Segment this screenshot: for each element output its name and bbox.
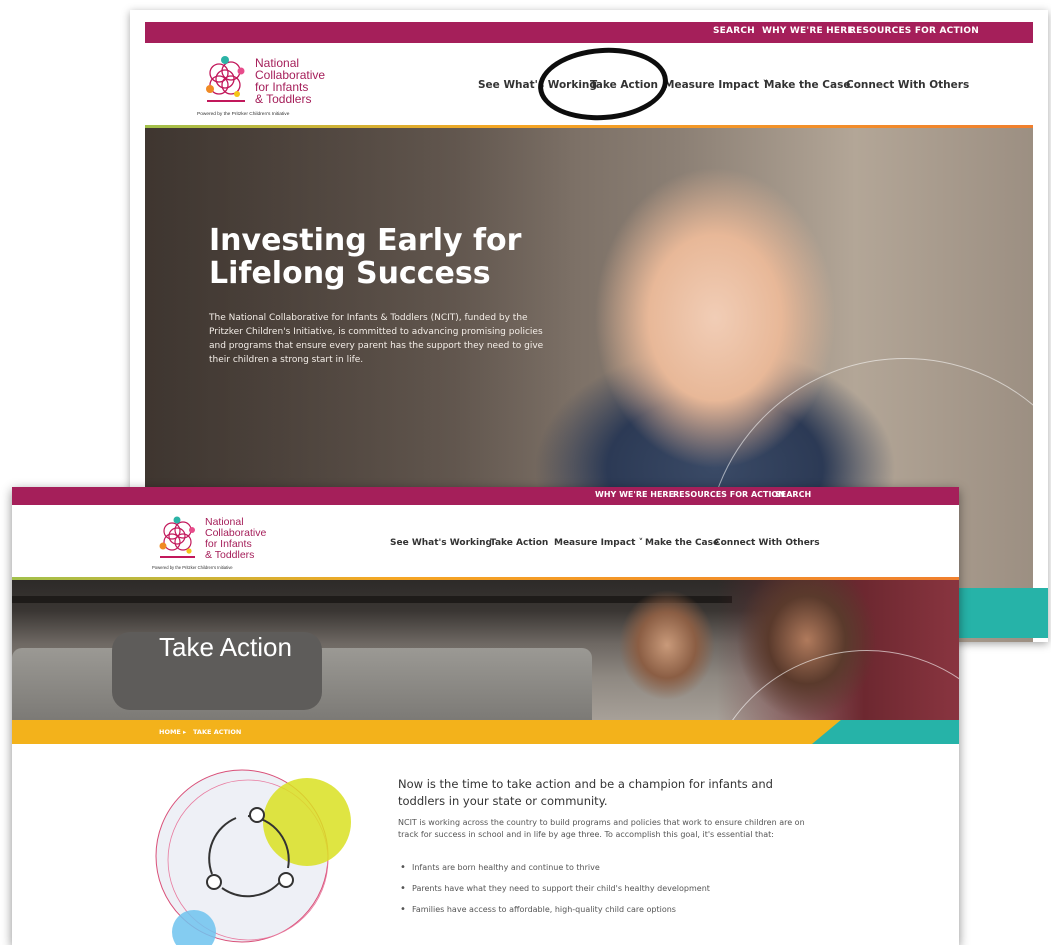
breadcrumb-home[interactable]: HOME <box>159 728 181 736</box>
utility-bar: SEARCH WHY WE'RE HERE RESOURCES FOR ACTI… <box>145 22 1033 43</box>
body-paragraph: NCIT is working across the country to bu… <box>398 818 805 839</box>
utility-link-resources[interactable]: RESOURCES FOR ACTION <box>673 490 785 499</box>
logo-tagline: Powered by the Pritzker Children's Initi… <box>197 111 290 117</box>
utility-link-why-were-here[interactable]: WHY WE'RE HERE <box>595 490 674 499</box>
cycle-illustration <box>155 769 351 945</box>
hero-child <box>612 590 722 720</box>
nav-take-action[interactable]: Take Action <box>490 538 548 548</box>
page-title: Take Action <box>159 632 292 662</box>
breadcrumb-separator-icon: ▸ <box>183 728 187 736</box>
logo-tagline: Powered by the Pritzker Children's Initi… <box>152 565 233 570</box>
utility-link-why-were-here[interactable]: WHY WE'RE HERE <box>762 26 854 36</box>
nav-see-whats-working[interactable]: See What's Working <box>390 538 492 548</box>
list-item: Parents have what they need to support t… <box>398 883 838 904</box>
list-item: Infants are born healthy and continue to… <box>398 862 838 883</box>
utility-link-search[interactable]: SEARCH <box>775 490 811 499</box>
utility-link-search[interactable]: SEARCH <box>713 26 755 36</box>
list-item: Families have access to affordable, high… <box>398 904 838 925</box>
take-action-page-screenshot: WHY WE'RE HERE RESOURCES FOR ACTION SEAR… <box>12 487 959 945</box>
utility-link-resources[interactable]: RESOURCES FOR ACTION <box>849 26 979 36</box>
ncit-logo-icon: National Collaborative for Infants & Tod… <box>152 516 266 570</box>
logo-line-4: & Toddlers <box>255 92 311 106</box>
site-header: National Collaborative for Infants & Tod… <box>12 505 959 577</box>
nav-connect-with-others[interactable]: Connect With Others <box>714 538 820 548</box>
page-content: Now is the time to take action and be a … <box>12 744 959 945</box>
nav-make-the-case[interactable]: Make the Case <box>645 538 719 548</box>
lead-paragraph: Now is the time to take action and be a … <box>398 777 773 808</box>
nav-connect-with-others[interactable]: Connect With Others <box>846 79 969 91</box>
page-hero: Take Action <box>12 580 959 720</box>
ncit-logo-icon: National Collaborative for Infants & Tod… <box>197 56 325 117</box>
ncit-logo[interactable]: National Collaborative for Infants & Tod… <box>197 49 387 119</box>
logo-line-4: & Toddlers <box>205 549 254 561</box>
utility-bar: WHY WE'RE HERE RESOURCES FOR ACTION SEAR… <box>12 487 959 505</box>
nav-measure-impact[interactable]: Measure Impact ˅ <box>554 538 643 548</box>
nav-measure-impact[interactable]: Measure Impact ˅ <box>664 79 768 91</box>
nav-make-the-case[interactable]: Make the Case <box>764 79 850 91</box>
ncit-logo[interactable]: National Collaborative for Infants & Tod… <box>152 511 312 573</box>
hero-text: The National Collaborative for Infants &… <box>209 313 544 365</box>
hero-title: Investing Early for Lifelong Success <box>209 223 522 291</box>
goals-list: Infants are born healthy and continue to… <box>398 862 838 925</box>
breadcrumb-current: TAKE ACTION <box>193 728 242 736</box>
